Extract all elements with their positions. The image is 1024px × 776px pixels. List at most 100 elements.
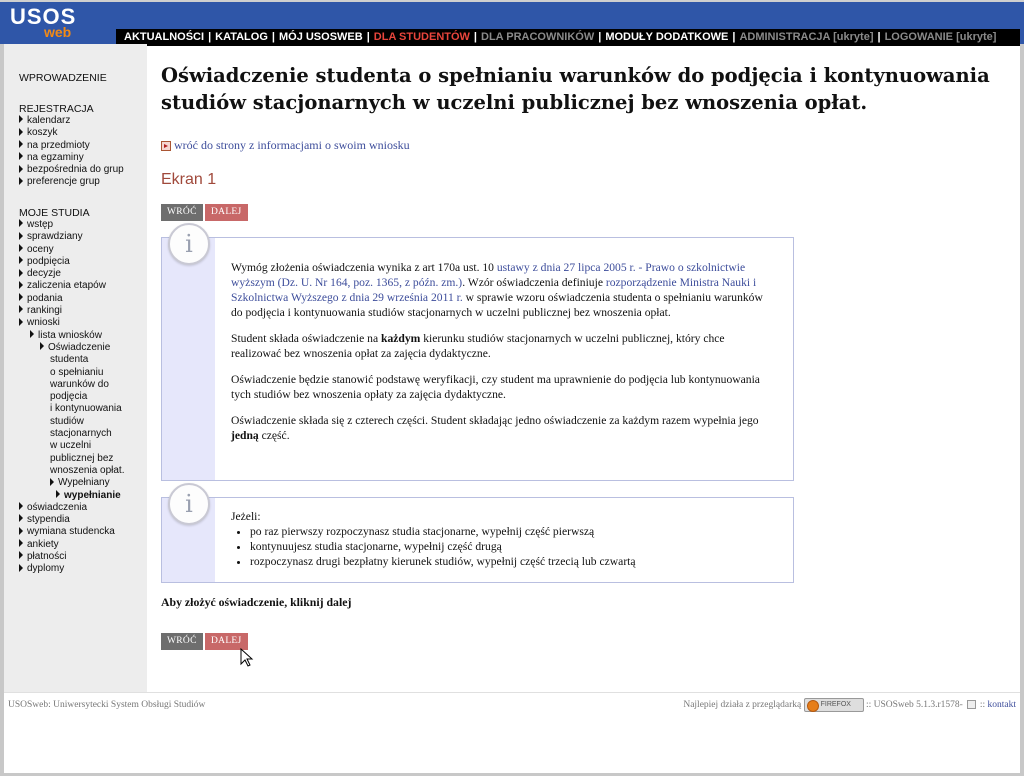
back-button-bottom[interactable]: WRÓĆ bbox=[161, 633, 203, 650]
sidebar-item-zaliczenia-etapow[interactable]: zaliczenia etapów bbox=[19, 280, 125, 292]
contact-link[interactable]: kontakt bbox=[988, 700, 1017, 710]
sidebar-item-oswiadczenie-cont[interactable]: publicznej bez bbox=[19, 453, 125, 465]
triangle-bullet-icon bbox=[19, 231, 23, 240]
sidebar-item-lista-wnioskow[interactable]: lista wniosków bbox=[19, 330, 125, 342]
sidebar-item-oceny[interactable]: oceny bbox=[19, 244, 125, 256]
back-to-application-link[interactable]: wróć do strony z informacjami o swoim wn… bbox=[161, 138, 410, 153]
triangle-bullet-icon bbox=[19, 317, 23, 326]
info-paragraph-legal-basis: Wymóg złożenia oświadczenia wynika z art… bbox=[231, 260, 777, 320]
info-text: Oświadczenie składa się z czterech częśc… bbox=[231, 414, 759, 427]
info-box-content: Jeżeli: po raz pierwszy rozpoczynasz stu… bbox=[231, 509, 777, 569]
nav-administracja[interactable]: ADMINISTRACJA [ukryte] bbox=[739, 31, 873, 43]
sidebar-item-label: Wypełniany bbox=[58, 477, 110, 489]
back-arrow-icon bbox=[161, 141, 171, 152]
nav-logowanie[interactable]: LOGOWANIE [ukryte] bbox=[885, 31, 997, 43]
info-box-content: Wymóg złożenia oświadczenia wynika z art… bbox=[231, 260, 777, 454]
info-box-instructions: i Jeżeli: po raz pierwszy rozpoczynasz s… bbox=[161, 483, 794, 583]
sidebar-item-wstep[interactable]: wstęp bbox=[19, 219, 125, 231]
top-header: USOS web AKTUALNOŚCI | KATALOG | MÓJ USOSWEB… bbox=[0, 0, 1024, 46]
sidebar-item-dyplomy[interactable]: dyplomy bbox=[19, 563, 125, 575]
sidebar-item-bezposrednia-do-grup[interactable]: bezpośrednia do grup bbox=[19, 164, 124, 176]
nav-moduly-dodatkowe[interactable]: MODUŁY DODATKOWE bbox=[605, 31, 728, 43]
nav-dla-studentow[interactable]: DLA STUDENTÓW bbox=[374, 31, 470, 43]
sidebar-item-wypelniany[interactable]: Wypełniany bbox=[19, 477, 125, 489]
sidebar-item-label: i kontynuowania bbox=[50, 403, 122, 415]
screen-title: Ekran 1 bbox=[161, 171, 217, 188]
sidebar-item-na-egzaminy[interactable]: na egzaminy bbox=[19, 152, 124, 164]
sidebar-item-oswiadczenie-cont[interactable]: wnoszenia opłat. bbox=[19, 465, 125, 477]
sidebar-item-koszyk[interactable]: koszyk bbox=[19, 127, 124, 139]
sidebar-item-oswiadczenie-cont[interactable]: o spełnianiu bbox=[19, 367, 125, 379]
sidebar-item-oswiadczenie-cont[interactable]: studenta bbox=[19, 354, 125, 366]
sidebar-item-ankiety[interactable]: ankiety bbox=[19, 539, 125, 551]
info-icon: i bbox=[168, 223, 210, 265]
triangle-bullet-icon bbox=[19, 526, 23, 535]
sidebar-item-oswiadczenie-cont[interactable]: i kontynuowania bbox=[19, 403, 125, 415]
main-nav: AKTUALNOŚCI | KATALOG | MÓJ USOSWEB | DLA STUD… bbox=[116, 29, 1020, 46]
nav-separator: | bbox=[208, 31, 212, 43]
sidebar-item-podania[interactable]: podania bbox=[19, 293, 125, 305]
triangle-bullet-icon bbox=[30, 330, 34, 339]
sidebar-item-oswiadczenie-cont[interactable]: stacjonarnych bbox=[19, 428, 125, 440]
sidebar-item-label: sprawdziany bbox=[27, 231, 83, 243]
sidebar-heading-moje-studia[interactable]: MOJE STUDIA bbox=[19, 207, 90, 219]
triangle-bullet-icon bbox=[19, 280, 23, 289]
sidebar-item-label: stypendia bbox=[27, 514, 70, 526]
back-button[interactable]: WRÓĆ bbox=[161, 204, 203, 221]
sidebar-item-oswiadczenie-cont[interactable]: podjęcia bbox=[19, 391, 125, 403]
nav-dla-pracownikow[interactable]: DLA PRACOWNIKÓW bbox=[481, 31, 594, 43]
info-bold-text: każdym bbox=[381, 332, 421, 345]
nav-katalog[interactable]: KATALOG bbox=[215, 31, 268, 43]
sidebar-item-na-przedmioty[interactable]: na przedmioty bbox=[19, 140, 124, 152]
sidebar-item-kalendarz[interactable]: kalendarz bbox=[19, 115, 124, 127]
instructions-list: po raz pierwszy rozpoczynasz studia stac… bbox=[250, 524, 777, 569]
sidebar-item-label: ankiety bbox=[27, 538, 59, 550]
sidebar-item-wypelnianie[interactable]: wypełnianie bbox=[19, 490, 125, 502]
footer-system-name: USOSweb: Uniwersytecki System Obsługi St… bbox=[8, 700, 206, 710]
triangle-bullet-icon bbox=[19, 127, 23, 136]
sidebar-item-label: bezpośrednia do grup bbox=[27, 164, 124, 176]
sidebar-item-wnioski[interactable]: wnioski bbox=[19, 317, 125, 329]
sidebar-item-label: wypełnianie bbox=[64, 489, 121, 501]
triangle-bullet-icon bbox=[19, 293, 23, 302]
nav-moj-usosweb[interactable]: MÓJ USOSWEB bbox=[279, 31, 363, 43]
next-button[interactable]: DALEJ bbox=[205, 204, 248, 221]
sidebar-item-oswiadczenie-cont[interactable]: warunków do bbox=[19, 379, 125, 391]
info-paragraph-parts: Oświadczenie składa się z czterech częśc… bbox=[231, 413, 777, 443]
sidebar-item-oswiadczenie-cont[interactable]: w uczelni bbox=[19, 440, 125, 452]
sidebar-item-wprowadzenie[interactable]: WPROWADZENIE bbox=[19, 72, 107, 84]
sidebar-item-podpiecia[interactable]: podpięcia bbox=[19, 256, 125, 268]
nav-aktualnosci[interactable]: AKTUALNOŚCI bbox=[124, 31, 204, 43]
sidebar-heading-rejestracja[interactable]: REJESTRACJA bbox=[19, 103, 94, 115]
sidebar-registration-list: kalendarz koszyk na przedmioty na egzami… bbox=[19, 115, 124, 189]
version-info-icon[interactable] bbox=[966, 700, 976, 710]
list-item: kontynuujesz studia stacjonarne, wypełni… bbox=[250, 539, 777, 554]
triangle-bullet-icon bbox=[19, 176, 23, 185]
sidebar-item-oswiadczenia[interactable]: oświadczenia bbox=[19, 502, 125, 514]
nav-separator: | bbox=[598, 31, 602, 43]
sidebar-item-label: warunków do bbox=[50, 378, 109, 390]
info-icon: i bbox=[168, 483, 210, 525]
sidebar-studies-list: wstęp sprawdziany oceny podpięcia decyzj… bbox=[19, 219, 125, 576]
sidebar-item-platnosci[interactable]: płatności bbox=[19, 551, 125, 563]
sidebar-item-label: koszyk bbox=[27, 127, 58, 139]
sidebar-item-decyzje[interactable]: decyzje bbox=[19, 268, 125, 280]
footer-version: :: USOSweb 5.1.3.r1578- bbox=[865, 700, 963, 710]
triangle-bullet-icon bbox=[40, 342, 44, 351]
triangle-bullet-icon bbox=[19, 514, 23, 523]
usosweb-logo[interactable]: USOS web bbox=[4, 2, 116, 46]
sidebar-item-label: podpięcia bbox=[27, 255, 70, 267]
sidebar-item-stypendia[interactable]: stypendia bbox=[19, 514, 125, 526]
triangle-bullet-icon bbox=[19, 268, 23, 277]
sidebar-item-oswiadczenie[interactable]: Oświadczenie bbox=[19, 342, 125, 354]
triangle-bullet-icon bbox=[50, 477, 54, 486]
sidebar-item-rankingi[interactable]: rankingi bbox=[19, 305, 125, 317]
firefox-badge-icon[interactable]: FIREFOX bbox=[803, 697, 864, 712]
back-link-label: wróć do strony z informacjami o swoim wn… bbox=[174, 138, 410, 152]
sidebar-item-wymiana-studencka[interactable]: wymiana studencka bbox=[19, 526, 125, 538]
sidebar-item-sprawdziany[interactable]: sprawdziany bbox=[19, 231, 125, 243]
sidebar-item-oswiadczenie-cont[interactable]: studiów bbox=[19, 416, 125, 428]
footer: USOSweb: Uniwersytecki System Obsługi St… bbox=[4, 693, 1020, 717]
triangle-bullet-icon bbox=[19, 115, 23, 124]
sidebar-item-preferencje-grup[interactable]: preferencje grup bbox=[19, 176, 124, 188]
